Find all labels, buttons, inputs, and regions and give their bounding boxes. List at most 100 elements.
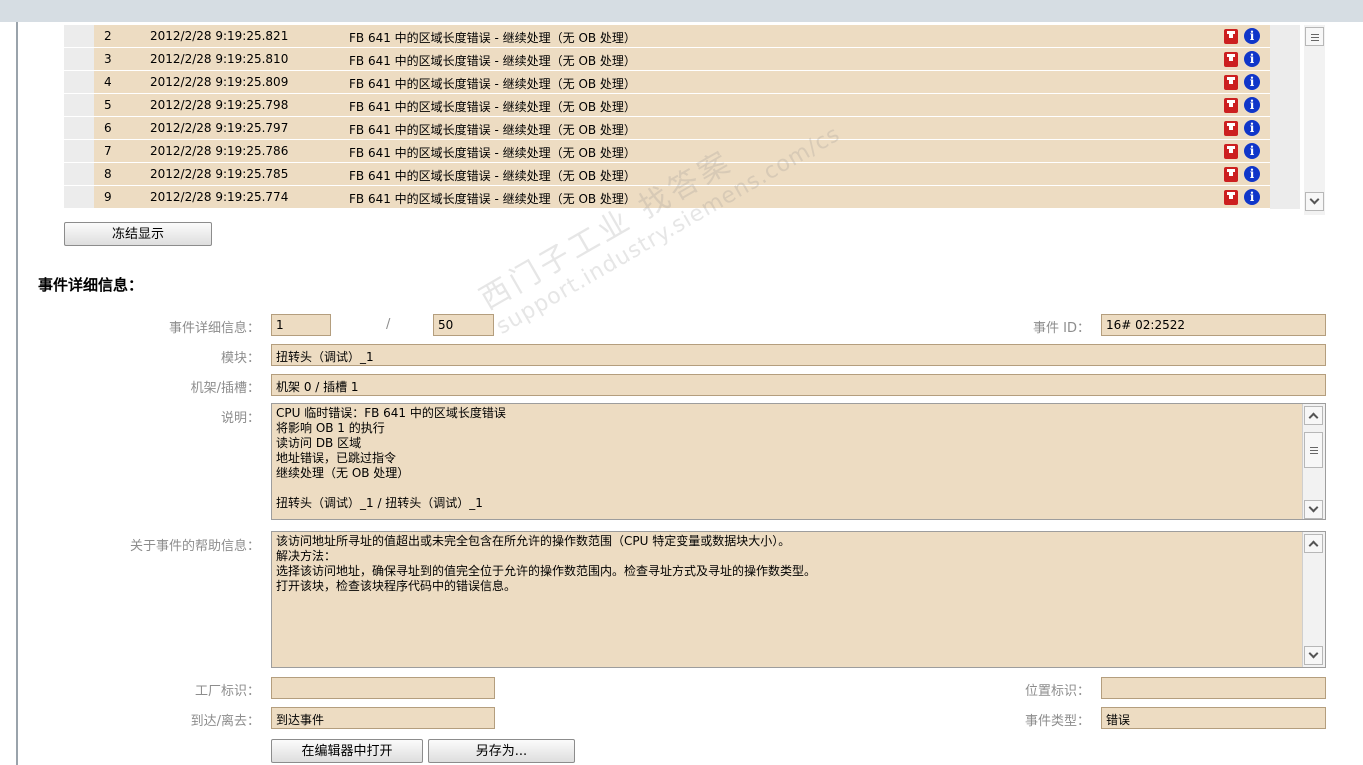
scroll-up-icon	[1308, 540, 1319, 551]
scroll-grip-icon	[1310, 453, 1318, 454]
table-row[interactable]: 9 2012/2/28 9:19:25.774 FB 641 中的区域长度错误 …	[64, 186, 1300, 209]
table-row[interactable]: 3 2012/2/28 9:19:25.810 FB 641 中的区域长度错误 …	[64, 48, 1300, 71]
section-title: 事件详细信息：	[38, 276, 144, 294]
label-module: 模块：	[220, 351, 260, 366]
row-description: FB 641 中的区域长度错误 - 继续处理（无 OB 处理）	[349, 100, 636, 114]
diagnostic-icon[interactable]	[1224, 190, 1238, 205]
scroll-down-button[interactable]	[1304, 500, 1323, 519]
coming-going-field[interactable]: 到达事件	[271, 707, 495, 729]
event-id-field[interactable]: 16# 02:2522	[1101, 314, 1326, 336]
scroll-up-button[interactable]	[1304, 406, 1323, 425]
module-field[interactable]: 扭转头（调试）_1	[271, 344, 1326, 366]
row-selector[interactable]	[64, 48, 94, 71]
freeze-display-button[interactable]: 冻结显示	[64, 222, 212, 246]
table-row[interactable]: 7 2012/2/28 9:19:25.786 FB 641 中的区域长度错误 …	[64, 140, 1300, 163]
scroll-up-icon	[1308, 412, 1319, 423]
scroll-up-button[interactable]	[1304, 534, 1323, 553]
scroll-grip-icon	[1311, 34, 1319, 35]
description-line: 地址错误，已跳过指令	[276, 451, 397, 465]
row-selector[interactable]	[64, 117, 94, 140]
index-separator: /	[386, 317, 391, 332]
description-lines: CPU 临时错误：FB 641 中的区域长度错误 将影响 OB 1 的执行 读访…	[276, 406, 1299, 511]
location-id-field[interactable]	[1101, 677, 1326, 699]
scroll-down-button[interactable]	[1305, 192, 1324, 211]
table-row[interactable]: 2 2012/2/28 9:19:25.821 FB 641 中的区域长度错误 …	[64, 25, 1300, 48]
scroll-thumb[interactable]	[1305, 27, 1324, 46]
description-textarea[interactable]: CPU 临时错误：FB 641 中的区域长度错误 将影响 OB 1 的执行 读访…	[271, 403, 1326, 520]
row-timestamp: 2012/2/28 9:19:25.798	[150, 98, 289, 112]
diagnostic-icon[interactable]	[1224, 167, 1238, 182]
info-icon[interactable]: i	[1244, 120, 1260, 136]
row-selector[interactable]	[64, 71, 94, 94]
row-timestamp: 2012/2/28 9:19:25.810	[150, 52, 289, 66]
row-trailing-cell	[1270, 71, 1300, 94]
label-coming-going: 到达/离去：	[190, 714, 260, 729]
save-as-button[interactable]: 另存为...	[428, 739, 575, 763]
info-icon[interactable]: i	[1244, 74, 1260, 90]
event-table-scrollbar[interactable]	[1304, 25, 1325, 215]
scroll-thumb[interactable]	[1304, 432, 1323, 468]
row-selector[interactable]	[64, 140, 94, 163]
diagnostic-icon[interactable]	[1224, 121, 1238, 136]
row-trailing-cell	[1270, 25, 1300, 48]
row-selector[interactable]	[64, 186, 94, 209]
row-number: 3	[104, 52, 112, 66]
row-description: FB 641 中的区域长度错误 - 继续处理（无 OB 处理）	[349, 169, 636, 183]
diagnostic-icon[interactable]	[1224, 75, 1238, 90]
scroll-grip-icon	[1311, 37, 1319, 38]
help-scrollbar[interactable]	[1302, 532, 1325, 667]
diagnostic-icon[interactable]	[1224, 29, 1238, 44]
info-icon[interactable]: i	[1244, 143, 1260, 159]
rack-slot-field[interactable]: 机架 0 / 插槽 1	[271, 374, 1326, 396]
help-line: 打开该块，检查该块程序代码中的错误信息。	[276, 579, 517, 593]
description-line: 扭转头（调试）_1 / 扭转头（调试）_1	[276, 496, 483, 510]
row-number: 8	[104, 167, 112, 181]
table-row[interactable]: 5 2012/2/28 9:19:25.798 FB 641 中的区域长度错误 …	[64, 94, 1300, 117]
label-description: 说明：	[220, 411, 260, 426]
help-line: 解决方法：	[276, 549, 337, 563]
diagnostic-icon[interactable]	[1224, 144, 1238, 159]
diagnostic-icon[interactable]	[1224, 98, 1238, 113]
scroll-down-icon	[1309, 194, 1320, 205]
row-selector[interactable]	[64, 94, 94, 117]
plant-id-field[interactable]	[271, 677, 495, 699]
help-line: 该访问地址所寻址的值超出或未完全包含在所允许的操作数范围（CPU 特定变量或数据…	[276, 534, 791, 548]
row-selector[interactable]	[64, 25, 94, 48]
info-icon[interactable]: i	[1244, 166, 1260, 182]
row-trailing-cell	[1270, 117, 1300, 140]
help-textarea[interactable]: 该访问地址所寻址的值超出或未完全包含在所允许的操作数范围（CPU 特定变量或数据…	[271, 531, 1326, 668]
info-icon[interactable]: i	[1244, 189, 1260, 205]
label-location-id: 位置标识：	[1024, 684, 1090, 699]
description-line: CPU 临时错误：FB 641 中的区域长度错误	[276, 406, 506, 420]
event-type-field[interactable]: 错误	[1101, 707, 1326, 729]
open-in-editor-button[interactable]: 在编辑器中打开	[271, 739, 423, 763]
table-row[interactable]: 6 2012/2/28 9:19:25.797 FB 641 中的区域长度错误 …	[64, 117, 1300, 140]
help-lines: 该访问地址所寻址的值超出或未完全包含在所允许的操作数范围（CPU 特定变量或数据…	[276, 534, 1299, 594]
info-icon[interactable]: i	[1244, 97, 1260, 113]
info-icon[interactable]: i	[1244, 28, 1260, 44]
row-number: 5	[104, 98, 112, 112]
scroll-grip-icon	[1310, 450, 1318, 451]
scroll-down-button[interactable]	[1304, 646, 1323, 665]
row-number: 6	[104, 121, 112, 135]
row-timestamp: 2012/2/28 9:19:25.797	[150, 121, 289, 135]
row-number: 7	[104, 144, 112, 158]
label-event-detail: 事件详细信息：	[168, 321, 260, 336]
panel-left-border	[16, 22, 18, 765]
diagnostic-icon[interactable]	[1224, 52, 1238, 67]
info-icon[interactable]: i	[1244, 51, 1260, 67]
row-selector[interactable]	[64, 163, 94, 186]
label-event-id: 事件 ID：	[1033, 321, 1090, 336]
row-description: FB 641 中的区域长度错误 - 继续处理（无 OB 处理）	[349, 192, 636, 206]
table-row[interactable]: 8 2012/2/28 9:19:25.785 FB 641 中的区域长度错误 …	[64, 163, 1300, 186]
label-plant-id: 工厂标识：	[194, 684, 260, 699]
label-event-type: 事件类型：	[1024, 714, 1090, 729]
description-line: 继续处理（无 OB 处理）	[276, 466, 410, 480]
row-description: FB 641 中的区域长度错误 - 继续处理（无 OB 处理）	[349, 31, 636, 45]
row-timestamp: 2012/2/28 9:19:25.809	[150, 75, 289, 89]
event-index-field[interactable]: 1	[271, 314, 331, 336]
table-row[interactable]: 4 2012/2/28 9:19:25.809 FB 641 中的区域长度错误 …	[64, 71, 1300, 94]
row-description: FB 641 中的区域长度错误 - 继续处理（无 OB 处理）	[349, 123, 636, 137]
description-scrollbar[interactable]	[1302, 404, 1325, 519]
event-total-field[interactable]: 50	[433, 314, 494, 336]
